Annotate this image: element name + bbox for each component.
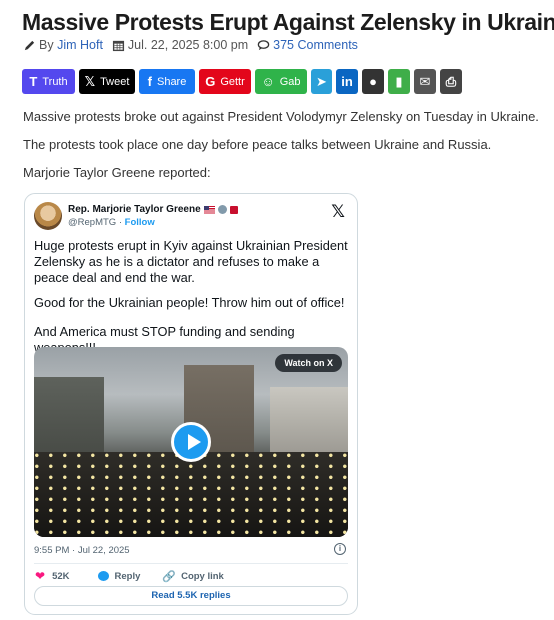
tweet-timestamp[interactable]: 9:55 PM · Jul 22, 2025 <box>34 545 130 556</box>
article-title: Massive Protests Erupt Against Zelensky … <box>22 9 554 35</box>
embedded-tweet: Rep. Marjorie Taylor Greene @RepMTG · Fo… <box>24 193 358 615</box>
telegram-icon: ➤ <box>316 73 327 89</box>
byline-prefix: By <box>39 38 54 52</box>
pencil-icon <box>24 40 35 50</box>
share-comment-button[interactable]: ● <box>362 69 384 94</box>
us-flag-icon <box>203 205 215 214</box>
share-bar: T Truth 𝕏 Tweet f Share G Gettr ☺ Gab ➤ in ● … <box>22 69 462 94</box>
play-icon[interactable] <box>171 422 211 462</box>
tweet-handle-row: @RepMTG · Follow <box>68 217 155 228</box>
share-print-button[interactable]: ⎙ <box>440 69 462 94</box>
comment-icon: ● <box>369 74 377 89</box>
tweet-author[interactable]: Rep. Marjorie Taylor Greene <box>68 204 238 215</box>
heart-icon[interactable]: ❤ <box>35 569 45 583</box>
share-linkedin-button[interactable]: in <box>336 69 358 94</box>
article-paragraph: Marjorie Taylor Greene reported: <box>23 165 211 180</box>
article-paragraph: The protests took place one day before p… <box>23 137 492 152</box>
divider <box>34 563 348 564</box>
print-icon: ⎙ <box>445 73 457 89</box>
follow-link[interactable]: Follow <box>125 217 155 228</box>
tweet-display-name: Rep. Marjorie Taylor Greene <box>68 204 201 215</box>
share-gettr-button[interactable]: G Gettr <box>199 69 251 94</box>
avatar[interactable] <box>34 202 62 230</box>
watch-on-x-button[interactable]: Watch on X <box>275 354 342 372</box>
reply-icon[interactable] <box>97 571 109 581</box>
gab-icon: ☺ <box>261 74 275 89</box>
copy-link-button[interactable]: Copy link <box>181 571 224 582</box>
share-sms-button[interactable]: ▮ <box>388 69 410 94</box>
read-replies-button[interactable]: Read 5.5K replies <box>34 586 348 606</box>
tweet-text: Good for the Ukrainian people! Throw him… <box>34 295 345 310</box>
linkedin-icon: in <box>341 74 353 89</box>
tweet-handle: @RepMTG <box>68 217 117 228</box>
truth-social-icon: T <box>29 74 38 89</box>
share-gab-button[interactable]: ☺ Gab <box>255 69 307 94</box>
tweet-video[interactable]: Watch on X <box>34 347 348 537</box>
info-icon[interactable]: i <box>334 543 346 555</box>
reply-button[interactable]: Reply <box>115 571 141 582</box>
share-truth-button[interactable]: T Truth <box>22 69 75 94</box>
sms-icon: ▮ <box>395 73 403 89</box>
article-meta: By Jim Hoft Jul. 22, 2025 8:00 pm 375 Co… <box>23 38 358 52</box>
link-icon[interactable]: 🔗 <box>162 570 176 583</box>
author-link[interactable]: Jim Hoft <box>57 38 103 52</box>
x-logo-icon[interactable]: 𝕏 <box>331 202 345 222</box>
calendar-icon <box>112 40 124 51</box>
share-tweet-button[interactable]: 𝕏 Tweet <box>79 69 135 94</box>
verified-badge-icon <box>217 205 227 214</box>
share-telegram-button[interactable]: ➤ <box>311 69 332 94</box>
facebook-icon: f <box>147 74 152 89</box>
government-badge-icon <box>229 205 238 214</box>
comments-icon <box>257 39 270 50</box>
x-icon: 𝕏 <box>84 73 96 89</box>
tweet-text: Huge protests erupt in Kyiv against Ukra… <box>34 238 348 285</box>
like-count[interactable]: 52K <box>52 571 69 582</box>
email-icon: ✉ <box>419 73 431 89</box>
gettr-icon: G <box>205 74 216 89</box>
article-paragraph: Massive protests broke out against Presi… <box>23 109 539 124</box>
share-facebook-button[interactable]: f Share <box>139 69 195 94</box>
comments-link[interactable]: 375 Comments <box>273 38 358 52</box>
publish-date: Jul. 22, 2025 8:00 pm <box>127 38 249 52</box>
share-email-button[interactable]: ✉ <box>414 69 436 94</box>
tweet-actions: ❤ 52K Reply 🔗 Copy link <box>35 569 224 583</box>
